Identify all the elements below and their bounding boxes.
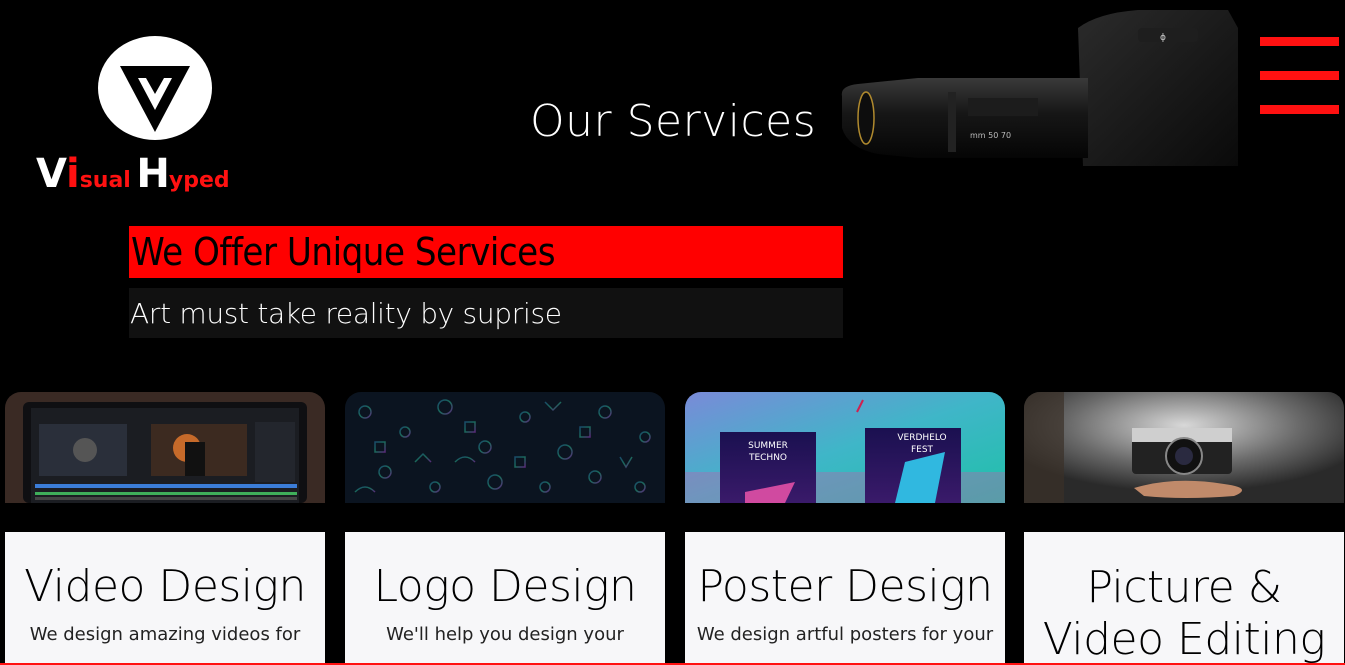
menu-bar-bottom (1260, 105, 1339, 114)
brand-letter-v: V (36, 151, 67, 197)
card-body: Logo Design We'll help you design your (345, 532, 665, 665)
card-spacer (1024, 503, 1344, 532)
svg-text:mm 50 70: mm 50 70 (970, 131, 1011, 140)
tagline-text: Art must take reality by suprise (130, 297, 562, 330)
card-title: Poster Design (697, 561, 993, 612)
svg-text:SUMMER: SUMMER (748, 441, 788, 451)
card-description: We design artful posters for your (696, 624, 994, 645)
video-editing-image (5, 392, 325, 503)
card-body: Video Design We design amazing videos fo… (5, 532, 325, 665)
brand-letter-i: i (65, 151, 80, 197)
doodle-pattern-image (345, 392, 665, 503)
tagline-banner: Art must take reality by suprise (129, 288, 843, 338)
card-spacer (5, 503, 325, 532)
service-card-logo-design[interactable]: Logo Design We'll help you design your (345, 392, 665, 665)
menu-bar-middle (1260, 71, 1339, 80)
card-title-line-2: Video Editing (1042, 614, 1326, 665)
svg-text:VERDHELO: VERDHELO (897, 433, 946, 443)
brand-word-sual: sual (79, 168, 131, 193)
headline-text: We Offer Unique Services (131, 230, 556, 274)
service-card-video-design[interactable]: Video Design We design amazing videos fo… (5, 392, 325, 665)
service-card-poster-design[interactable]: SUMMER TECHNO VERDHELO FEST Poster Desig… (685, 392, 1005, 665)
hamburger-menu-icon[interactable] (1260, 37, 1340, 117)
brand-logo[interactable]: Visual Hyped (36, 36, 276, 197)
card-spacer (345, 503, 665, 532)
page-title: Our Services (530, 96, 817, 147)
card-title: Video Design (24, 561, 306, 612)
card-description: We design amazing videos for (29, 624, 301, 645)
service-card-picture-video-editing[interactable]: Picture & Video Editing (1024, 392, 1344, 665)
card-body: Poster Design We design artful posters f… (685, 532, 1005, 665)
camera-hero-image: mm 50 70 ϕ (841, 10, 1238, 166)
brand-word-yped: yped (168, 168, 230, 193)
camera-in-hand-image (1024, 392, 1344, 503)
svg-text:ϕ: ϕ (1160, 33, 1166, 43)
svg-text:TECHNO: TECHNO (748, 453, 787, 463)
brand-letter-h: H (136, 151, 169, 197)
card-body: Picture & Video Editing (1024, 532, 1344, 665)
card-spacer (685, 503, 1005, 532)
card-title: Logo Design (373, 561, 637, 612)
poster-mockup-image: SUMMER TECHNO VERDHELO FEST (685, 392, 1005, 503)
brand-wordmark: Visual Hyped (36, 151, 230, 197)
menu-bar-top (1260, 37, 1339, 46)
svg-text:FEST: FEST (911, 445, 934, 455)
card-description: We'll help you design your (386, 624, 624, 645)
logo-mark-icon (98, 36, 212, 140)
headline-banner: We Offer Unique Services (129, 226, 843, 278)
card-title-line-1: Picture & (1086, 562, 1282, 613)
